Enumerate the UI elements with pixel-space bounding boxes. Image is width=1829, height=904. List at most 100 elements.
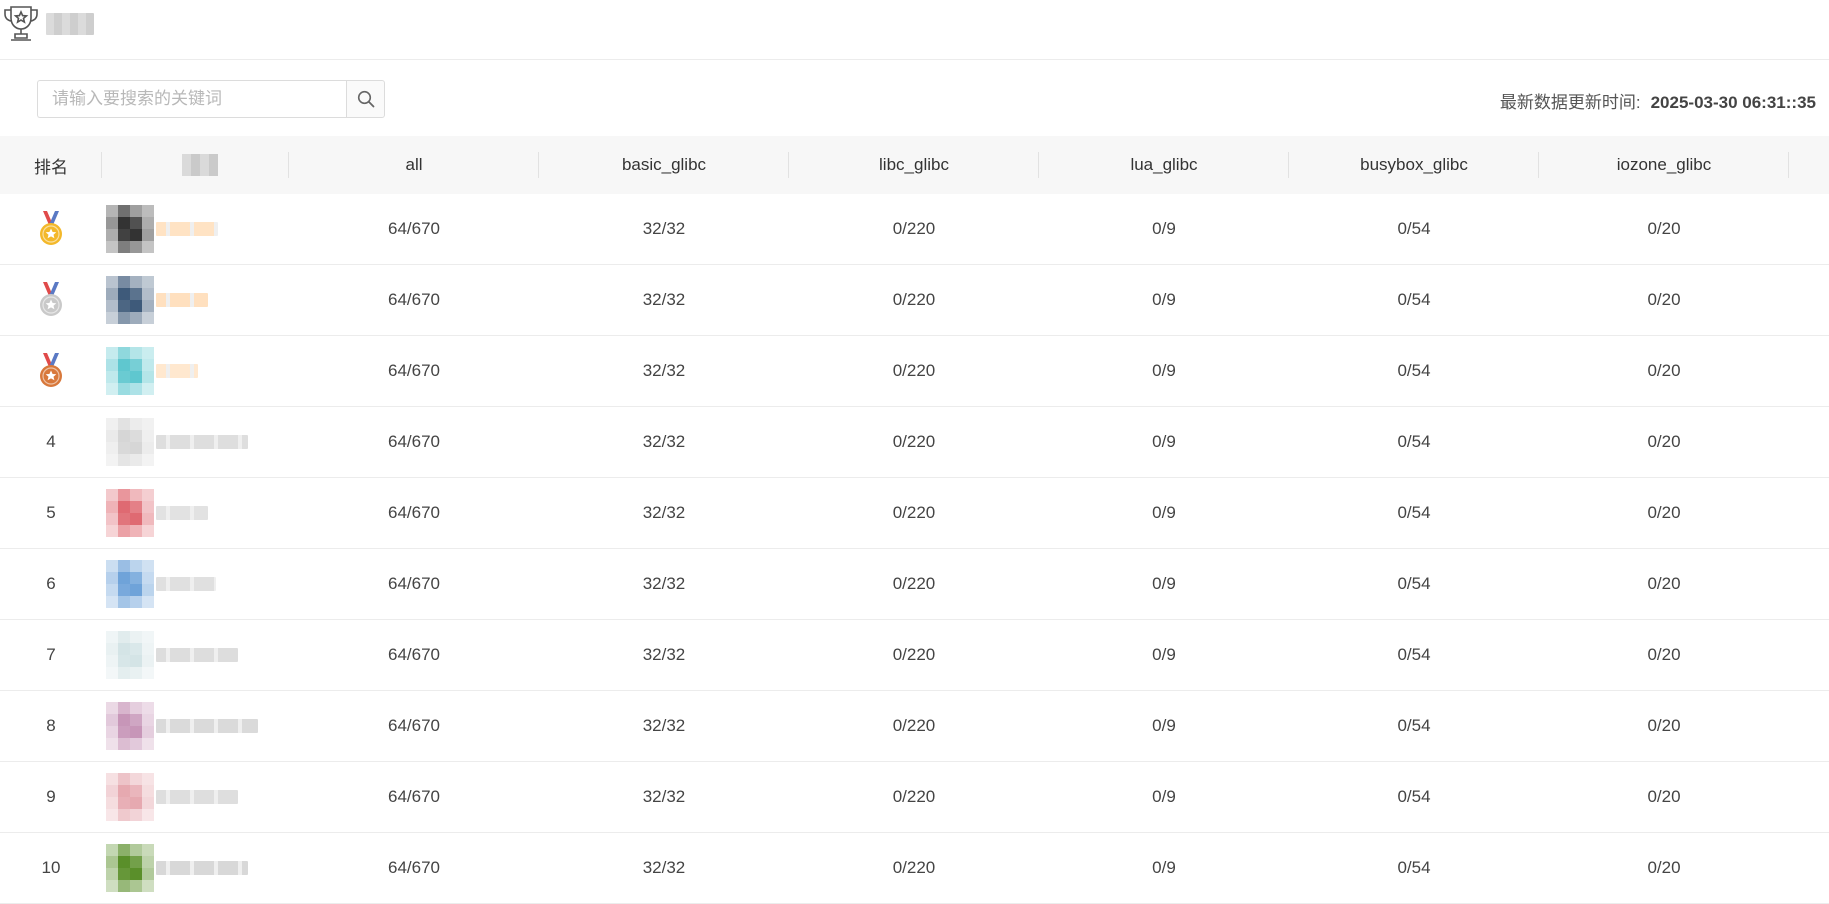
last-update-timestamp: 2025-03-30 06:31::35 — [1650, 93, 1816, 112]
column-header-lua-glibc[interactable]: lua_glibc — [1039, 136, 1289, 194]
score-cell-iozone-glibc: 0/20 — [1647, 361, 1681, 380]
table-header: 排名 all basic_glibc libc_glibc lua_glibc … — [0, 136, 1829, 194]
score-cell-lua-glibc: 0/9 — [1152, 574, 1176, 593]
column-header-all[interactable]: all — [289, 136, 539, 194]
table-row[interactable]: 5 64/670 32/32 0/220 0/9 0/54 0/20 — [0, 478, 1829, 549]
score-cell-lua-glibc: 0/9 — [1152, 716, 1176, 735]
team-cell[interactable] — [102, 336, 289, 406]
score-cell-all: 64/670 — [388, 432, 440, 451]
team-cell[interactable] — [102, 691, 289, 761]
score-cell-iozone-glibc: 0/20 — [1647, 290, 1681, 309]
score-cell-basic-glibc: 32/32 — [642, 503, 686, 522]
score-cell-iozone-glibc: 0/20 — [1647, 787, 1681, 806]
team-cell[interactable] — [102, 478, 289, 548]
trophy-icon — [4, 6, 38, 41]
rank-cell: 9 — [0, 762, 102, 832]
avatar — [106, 347, 154, 395]
column-header-busybox-glibc[interactable]: busybox_glibc — [1289, 136, 1539, 194]
score-cell-basic-glibc: 32/32 — [642, 290, 686, 309]
table-row[interactable]: 4 64/670 32/32 0/220 0/9 0/54 0/20 — [0, 407, 1829, 478]
score-cell-libc-glibc: 0/220 — [892, 858, 936, 877]
row-filler — [1789, 407, 1829, 477]
score-cell-iozone-glibc: 0/20 — [1647, 716, 1681, 735]
team-cell[interactable] — [102, 762, 289, 832]
team-cell[interactable] — [102, 194, 289, 264]
table-row[interactable]: 6 64/670 32/32 0/220 0/9 0/54 0/20 — [0, 549, 1829, 620]
score-cell-libc-glibc: 0/220 — [892, 787, 936, 806]
column-header-iozone-glibc[interactable]: iozone_glibc — [1539, 136, 1789, 194]
score-cell-busybox-glibc: 0/54 — [1397, 290, 1431, 309]
team-name-blur — [156, 648, 238, 662]
search-input[interactable] — [37, 80, 347, 118]
table-row[interactable]: 64/670 32/32 0/220 0/9 0/54 0/20 — [0, 194, 1829, 265]
team-cell[interactable] — [102, 833, 289, 903]
team-name-blur — [156, 506, 208, 520]
score-cell-lua-glibc: 0/9 — [1152, 645, 1176, 664]
table-row[interactable]: 10 64/670 32/32 0/220 0/9 0/54 0/20 — [0, 833, 1829, 904]
row-filler — [1789, 833, 1829, 903]
score-cell-lua-glibc: 0/9 — [1152, 432, 1176, 451]
row-filler — [1789, 478, 1829, 548]
column-header-rank: 排名 — [0, 136, 102, 194]
score-cell-busybox-glibc: 0/54 — [1397, 503, 1431, 522]
team-cell[interactable] — [102, 620, 289, 690]
score-cell-basic-glibc: 32/32 — [642, 645, 686, 664]
score-cell-basic-glibc: 32/32 — [642, 787, 686, 806]
rank-cell — [0, 336, 102, 406]
score-cell-all: 64/670 — [388, 219, 440, 238]
row-filler — [1789, 194, 1829, 264]
score-cell-iozone-glibc: 0/20 — [1647, 574, 1681, 593]
column-header-basic-glibc[interactable]: basic_glibc — [539, 136, 789, 194]
search-icon — [357, 90, 374, 108]
score-cell-all: 64/670 — [388, 787, 440, 806]
score-cell-iozone-glibc: 0/20 — [1647, 858, 1681, 877]
score-cell-libc-glibc: 0/220 — [892, 716, 936, 735]
team-name-blur — [156, 435, 248, 449]
rank-cell: 6 — [0, 549, 102, 619]
score-cell-basic-glibc: 32/32 — [642, 574, 686, 593]
team-cell[interactable] — [102, 549, 289, 619]
rank-number: 8 — [46, 716, 56, 735]
score-cell-busybox-glibc: 0/54 — [1397, 219, 1431, 238]
table-row[interactable]: 7 64/670 32/32 0/220 0/9 0/54 0/20 — [0, 620, 1829, 691]
rank-cell: 4 — [0, 407, 102, 477]
score-cell-libc-glibc: 0/220 — [892, 290, 936, 309]
score-cell-iozone-glibc: 0/20 — [1647, 432, 1681, 451]
top-bar — [0, 0, 1829, 60]
table-row[interactable]: 64/670 32/32 0/220 0/9 0/54 0/20 — [0, 265, 1829, 336]
score-cell-all: 64/670 — [388, 361, 440, 380]
rank-cell — [0, 194, 102, 264]
team-cell[interactable] — [102, 407, 289, 477]
team-name-blur — [156, 293, 208, 307]
rank-number: 9 — [46, 787, 56, 806]
team-name-blur — [156, 719, 258, 733]
page-title — [46, 13, 94, 35]
row-filler — [1789, 336, 1829, 406]
score-cell-basic-glibc: 32/32 — [642, 432, 686, 451]
score-cell-all: 64/670 — [388, 574, 440, 593]
team-name-blur — [156, 222, 218, 236]
avatar — [106, 631, 154, 679]
score-cell-basic-glibc: 32/32 — [642, 716, 686, 735]
avatar — [106, 418, 154, 466]
column-header-libc-glibc[interactable]: libc_glibc — [789, 136, 1039, 194]
avatar — [106, 702, 154, 750]
rank-number: 6 — [46, 574, 56, 593]
table-row[interactable]: 8 64/670 32/32 0/220 0/9 0/54 0/20 — [0, 691, 1829, 762]
rank-number: 10 — [41, 858, 61, 877]
team-name-blur — [156, 577, 216, 591]
leaderboard-table: 排名 all basic_glibc libc_glibc lua_glibc … — [0, 136, 1829, 904]
score-cell-lua-glibc: 0/9 — [1152, 787, 1176, 806]
avatar — [106, 773, 154, 821]
score-cell-libc-glibc: 0/220 — [892, 503, 936, 522]
team-cell[interactable] — [102, 265, 289, 335]
score-cell-iozone-glibc: 0/20 — [1647, 503, 1681, 522]
table-row[interactable]: 9 64/670 32/32 0/220 0/9 0/54 0/20 — [0, 762, 1829, 833]
table-row[interactable]: 64/670 32/32 0/220 0/9 0/54 0/20 — [0, 336, 1829, 407]
score-cell-libc-glibc: 0/220 — [892, 361, 936, 380]
score-cell-lua-glibc: 0/9 — [1152, 290, 1176, 309]
search-button[interactable] — [346, 80, 385, 118]
score-cell-libc-glibc: 0/220 — [892, 432, 936, 451]
score-cell-lua-glibc: 0/9 — [1152, 219, 1176, 238]
score-cell-all: 64/670 — [388, 290, 440, 309]
